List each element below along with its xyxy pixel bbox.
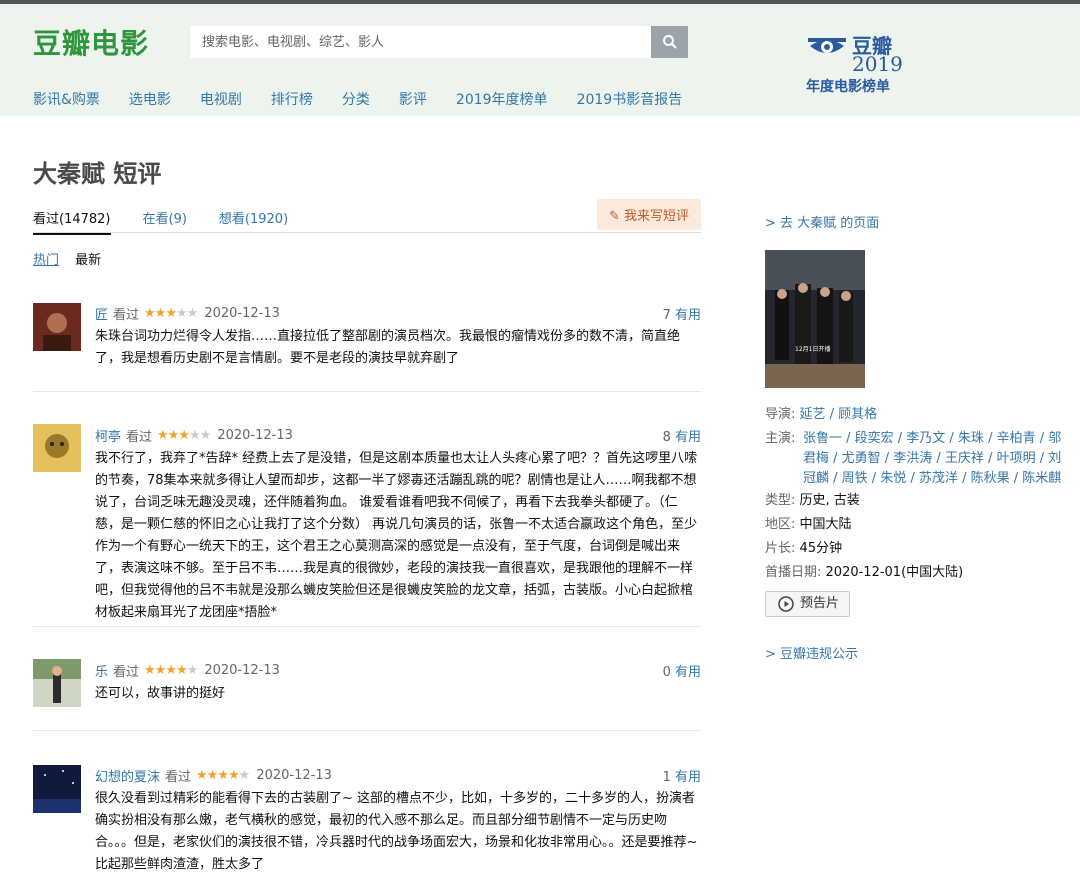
comment-votes[interactable]: 7 有用 xyxy=(663,304,701,323)
director-label: 导演: xyxy=(765,407,796,422)
sort-options: 热门 最新 xyxy=(33,249,701,268)
comment-tabs: 看过(14782) 在看(9) 想看(1920) ✎ 我来写短评 xyxy=(33,199,701,235)
rating-stars: ★★★★★ xyxy=(144,663,198,678)
tab-watching[interactable]: 在看(9) xyxy=(143,208,187,227)
nav-item[interactable]: 电视剧 xyxy=(200,89,242,109)
comment-date: 2020-12-13 xyxy=(217,428,293,443)
comment-item: 匠 看过 ★★★★★ 2020-12-13 7 有用 朱珠台词功力烂得令人发指…… xyxy=(33,284,701,392)
search-button[interactable] xyxy=(651,26,688,58)
comment-status: 看过 xyxy=(165,770,192,785)
search-icon xyxy=(662,35,677,49)
cast-value[interactable]: 张鲁一 / 段奕宏 / 李乃文 / 朱珠 / 辛柏青 / 邬君梅 / 尤勇智 /… xyxy=(803,427,1065,489)
length-label: 片长: xyxy=(765,541,796,556)
comment-user[interactable]: 幻想的夏沫 xyxy=(95,766,160,785)
play-icon xyxy=(778,596,794,612)
header: 豆瓣电影 豆瓣 2019 年度电影榜单 影讯&购票 选电影 电视剧 排行榜 分类… xyxy=(0,4,1080,116)
trailer-button[interactable]: 预告片 xyxy=(765,591,851,617)
region-value: 中国大陆 xyxy=(799,517,852,532)
sort-hot[interactable]: 热门 xyxy=(33,253,59,268)
annual-list-badge[interactable]: 豆瓣 2019 年度电影榜单 xyxy=(806,30,906,100)
pencil-icon: ✎ xyxy=(608,209,620,224)
genre-label: 类型: xyxy=(765,493,796,508)
comment-date: 2020-12-13 xyxy=(256,768,332,783)
tab-wish[interactable]: 想看(1920) xyxy=(219,208,288,227)
comment-item: 乐 看过 ★★★★★ 2020-12-13 0 有用 还可以，故事讲的挺好 xyxy=(33,627,701,731)
rating-stars: ★★★★★ xyxy=(144,306,198,321)
go-to-subject-link[interactable]: > 去 大秦赋 的页面 xyxy=(765,212,879,231)
comment-item: 柯亭 看过 ★★★★★ 2020-12-13 8 有用 我不行了，我弃了*告辞*… xyxy=(33,392,701,627)
avatar[interactable] xyxy=(33,659,81,707)
comment-text: 我不行了，我弃了*告辞* 经费上去了是没错，但是这剧本质量也太让人头疼心累了吧？… xyxy=(95,451,698,620)
length-value: 45分钟 xyxy=(799,541,843,556)
comment-votes[interactable]: 8 有用 xyxy=(663,426,701,445)
douban-movie-logo[interactable]: 豆瓣电影 xyxy=(33,22,149,62)
main-content: 大秦赋 短评 看过(14782) 在看(9) 想看(1920) ✎ 我来写短评 … xyxy=(33,116,701,872)
subject-info: 导演: 延艺 / 顾其格 主演: 张鲁一 / 段奕宏 / 李乃文 / 朱珠 / … xyxy=(765,403,1065,621)
region-label: 地区: xyxy=(765,517,796,532)
premiere-label: 首播日期: xyxy=(765,565,822,580)
genre-value: 历史, 古装 xyxy=(799,493,860,508)
rating-stars: ★★★★★ xyxy=(196,768,250,783)
search-bar xyxy=(190,26,688,58)
comment-text: 很久没看到过精彩的能看得下去的古装剧了~ 这部的槽点不少，比如，十多岁的，二十多… xyxy=(95,791,698,872)
page-title: 大秦赋 短评 xyxy=(33,160,162,188)
comment-user[interactable]: 柯亭 xyxy=(95,426,121,445)
nav-item[interactable]: 2019年度榜单 xyxy=(456,89,548,109)
comment-header: 幻想的夏沫 看过 ★★★★★ 2020-12-13 xyxy=(95,766,332,785)
nav-item[interactable]: 2019书影音报告 xyxy=(577,89,683,109)
premiere-value: 2020-12-01(中国大陆) xyxy=(825,565,964,580)
trailer-label: 预告片 xyxy=(800,596,840,611)
nav-item[interactable]: 影评 xyxy=(399,89,427,109)
nav-item[interactable]: 选电影 xyxy=(129,89,171,109)
sort-new[interactable]: 最新 xyxy=(75,253,101,268)
comment-votes[interactable]: 1 有用 xyxy=(663,766,701,785)
rating-stars: ★★★★★ xyxy=(157,428,211,443)
cast-label: 主演: xyxy=(765,431,796,446)
tab-watched[interactable]: 看过(14782) xyxy=(33,208,111,235)
poster[interactable]: 12月1日开播 xyxy=(765,250,865,388)
comment-text: 还可以，故事讲的挺好 xyxy=(95,686,226,701)
comment-status: 看过 xyxy=(126,430,153,445)
report-link[interactable]: > 豆瓣违规公示 xyxy=(765,643,858,662)
avatar[interactable] xyxy=(33,303,81,351)
write-comment-label: 我来写短评 xyxy=(623,209,689,224)
comment-date: 2020-12-13 xyxy=(204,663,280,678)
nav-item[interactable]: 影讯&购票 xyxy=(33,89,100,109)
badge-text-3: 年度电影榜单 xyxy=(806,79,890,95)
nav-item[interactable]: 分类 xyxy=(342,89,370,109)
poster-date: 12月1日开播 xyxy=(795,346,831,353)
avatar[interactable] xyxy=(33,424,81,472)
comment-status: 看过 xyxy=(113,665,140,680)
comment-text: 朱珠台词功力烂得令人发指……直接拉低了整部剧的演员档次。我最恨的瘤情戏份多的数不… xyxy=(95,329,681,366)
write-comment-button[interactable]: ✎ 我来写短评 xyxy=(596,199,701,230)
comment-user[interactable]: 乐 xyxy=(95,661,108,680)
director-value[interactable]: 延艺 / 顾其格 xyxy=(800,407,878,422)
badge-text-2: 2019 xyxy=(852,52,903,76)
comment-header: 柯亭 看过 ★★★★★ 2020-12-13 xyxy=(95,426,293,445)
main-nav: 影讯&购票 选电影 电视剧 排行榜 分类 影评 2019年度榜单 2019书影音… xyxy=(33,89,711,109)
comment-status: 看过 xyxy=(113,308,140,323)
comment-user[interactable]: 匠 xyxy=(95,304,108,323)
nav-item[interactable]: 排行榜 xyxy=(271,89,313,109)
search-input[interactable] xyxy=(190,26,651,58)
comment-header: 匠 看过 ★★★★★ 2020-12-13 xyxy=(95,304,280,323)
comment-header: 乐 看过 ★★★★★ 2020-12-13 xyxy=(95,661,280,680)
avatar[interactable] xyxy=(33,765,81,813)
eye-logo-icon xyxy=(808,38,846,53)
poster-image xyxy=(765,250,865,388)
comment-date: 2020-12-13 xyxy=(204,306,280,321)
comment-item: 幻想的夏沫 看过 ★★★★★ 2020-12-13 1 有用 很久没看到过精彩的… xyxy=(33,731,701,881)
comment-votes[interactable]: 0 有用 xyxy=(663,661,701,680)
